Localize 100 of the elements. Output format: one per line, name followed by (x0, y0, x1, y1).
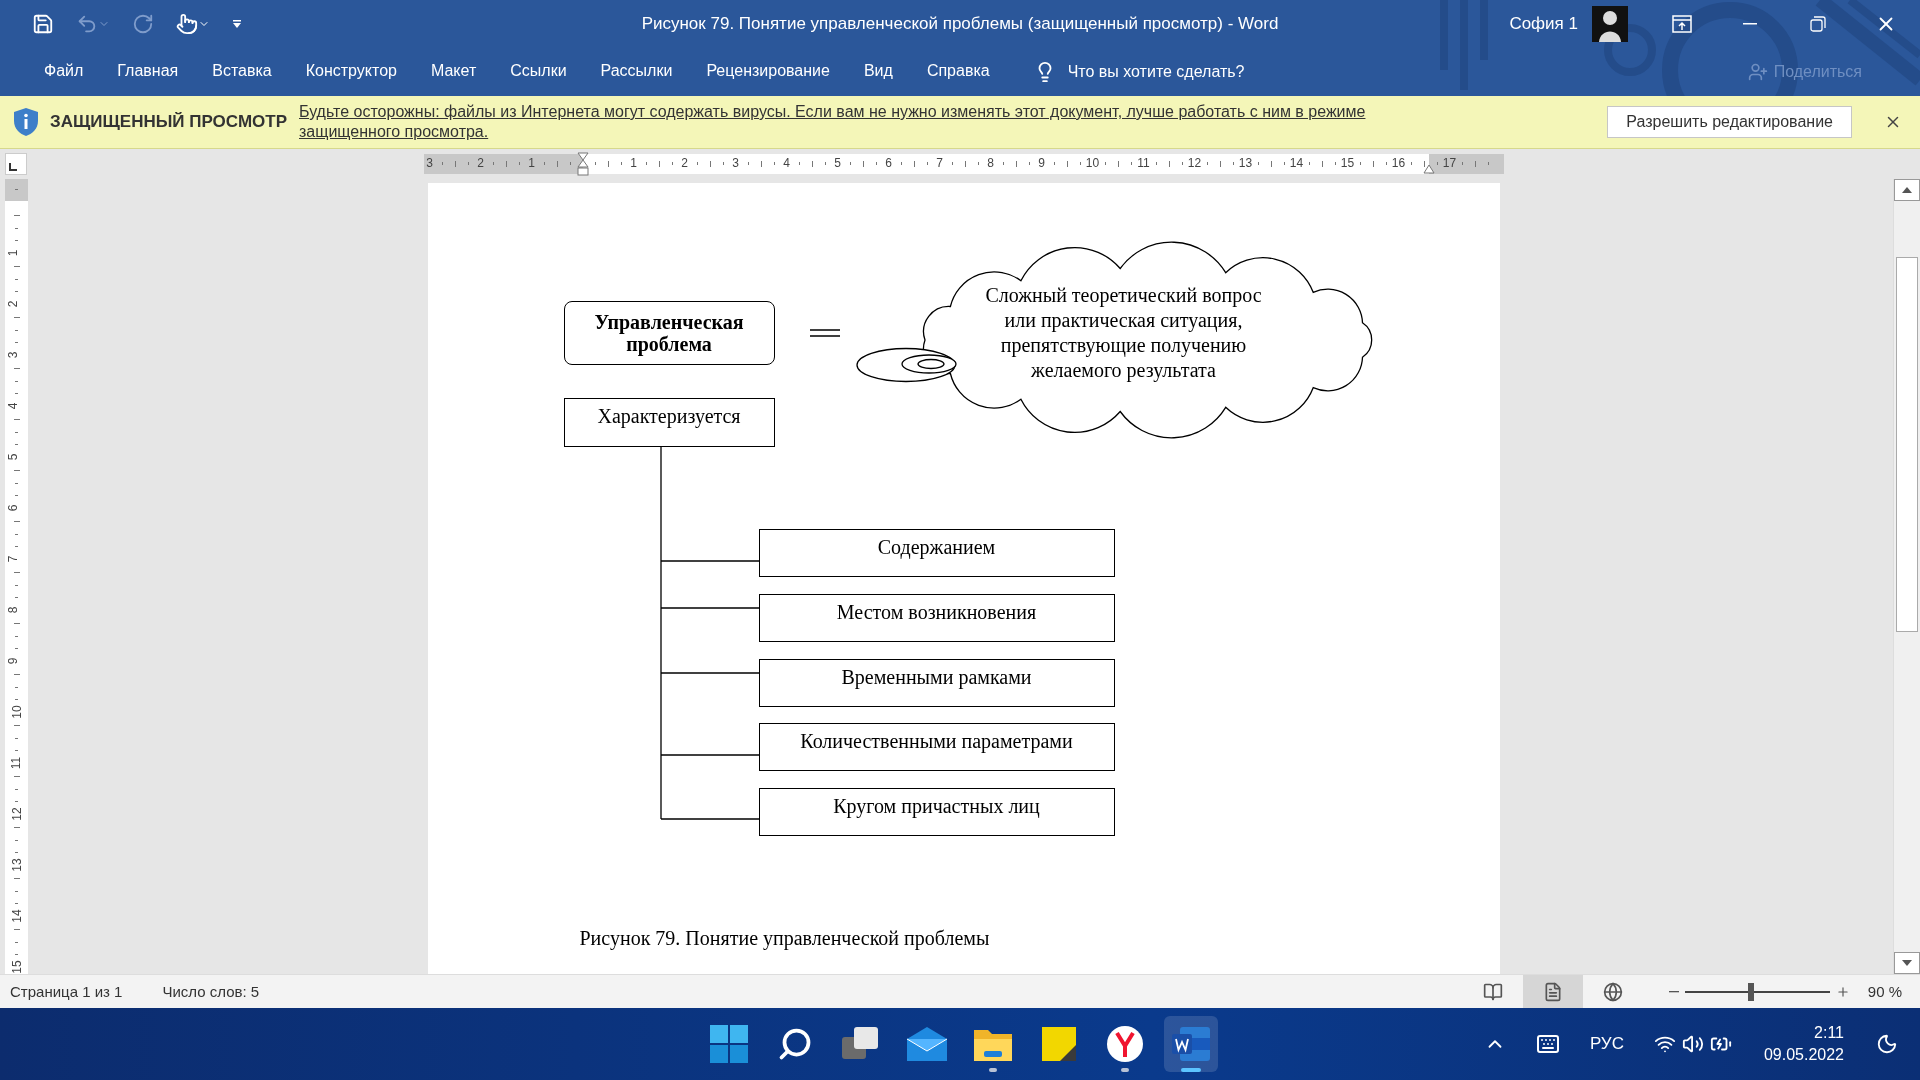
plus-icon (1835, 984, 1850, 999)
scroll-up-button[interactable] (1894, 179, 1920, 201)
ruler-number: 4 (6, 402, 21, 410)
ruler-number: 1 (528, 156, 535, 170)
ruler-number: 2 (681, 156, 688, 170)
undo-icon (76, 13, 98, 35)
warning-link[interactable]: защищенного просмотра. (299, 122, 1366, 142)
ruler-number: 8 (987, 156, 994, 170)
ruler-number: 5 (6, 453, 21, 461)
branch-box: Местом возникновения (758, 594, 1115, 642)
ruler-number: 15 (9, 960, 24, 974)
indent-marker-icon[interactable] (576, 152, 589, 176)
ruler-number: 12 (9, 807, 24, 821)
ruler-number: 16 (1391, 156, 1406, 170)
tell-me-field[interactable]: Что вы хотите сделать? (1065, 62, 1310, 82)
ruler-number: 17 (1442, 156, 1457, 170)
ruler-number: 6 (6, 504, 21, 512)
tab-selector[interactable] (5, 153, 27, 175)
ruler-number: 7 (936, 156, 943, 170)
sticky-note-icon (1042, 1027, 1076, 1061)
redo-icon (132, 13, 154, 35)
avatar-icon[interactable] (1592, 6, 1628, 42)
restore-icon (1810, 16, 1826, 32)
keyboard-icon (1535, 1032, 1560, 1056)
add-person-icon (1747, 62, 1768, 82)
ruler-number: 10 (9, 705, 24, 719)
ruler-number: 11 (9, 756, 24, 770)
minus-icon (1668, 990, 1679, 993)
speaker-icon (1681, 1033, 1704, 1055)
enable-editing-button[interactable]: Разрешить редактирование (1607, 106, 1852, 138)
view-mode-button[interactable] (1522, 975, 1583, 1008)
task-view-icon (842, 1027, 880, 1061)
language-button[interactable]: РУС (1581, 1030, 1632, 1058)
folder-icon (974, 1027, 1012, 1061)
protected-view-title: ЗАЩИЩЕННЫЙ ПРОСМОТР (50, 112, 287, 132)
ruler-number: 3 (6, 351, 21, 359)
tab-stop-icon (9, 163, 17, 171)
browser-icon (1107, 1026, 1143, 1062)
ruler-number: 2 (477, 156, 484, 170)
ruler-number: 3 (732, 156, 739, 170)
ribbon-tab[interactable]: Рецензирование (696, 53, 840, 91)
ruler-number: 3 (426, 156, 433, 170)
ruler-number: 4 (783, 156, 790, 170)
ruler-number: 15 (1340, 156, 1355, 170)
ruler-number: 12 (1187, 156, 1202, 170)
hand-pointer-icon (176, 13, 198, 35)
ribbon-tab[interactable]: Главная (107, 53, 189, 91)
page-count: Страница 1 из 1 (10, 983, 123, 1000)
branch-box: Временными рамками (758, 659, 1115, 707)
caret-icon (232, 19, 242, 29)
envelope-icon (907, 1027, 947, 1061)
vertical-scrollbar[interactable] (1893, 179, 1920, 974)
ruler-number: 2 (6, 300, 21, 308)
warning-link[interactable]: Будьте осторожны: файлы из Интернета могут содержать вирусы. Если вам не нужно изменять этот документ, лучше работать с ним в режиме (299, 102, 1366, 122)
ribbon-tab[interactable]: Справка (916, 53, 1000, 91)
characteristic-box: Характеризуется (563, 398, 775, 447)
search-icon (777, 1026, 813, 1062)
ruler-number: 1 (630, 156, 637, 170)
word-count: Число слов: 5 (162, 983, 260, 1000)
clock[interactable]: 2:11 09.05.2022 (1763, 1022, 1844, 1066)
ribbon-tab[interactable]: Рассылки (590, 53, 683, 91)
shield-icon (14, 108, 38, 136)
ribbon-tab[interactable]: Вставка (202, 53, 282, 91)
ruler-number: 7 (6, 555, 21, 563)
ruler-number: 5 (834, 156, 841, 170)
moon-icon (1876, 1033, 1898, 1055)
ruler-number: 9 (6, 657, 21, 665)
ribbon-tab[interactable]: Макет (420, 53, 487, 91)
web-layout-icon (1602, 981, 1623, 1002)
user-name: София 1 (1509, 14, 1578, 34)
zoom-percent: 90 % (1867, 983, 1902, 1000)
zoom-thumb[interactable] (1748, 982, 1755, 1001)
ruler-number: 14 (1289, 156, 1304, 170)
save-icon (32, 13, 54, 35)
down-arrow-icon (1902, 960, 1912, 966)
ribbon-tab[interactable]: Ссылки (500, 53, 577, 91)
scroll-down-button[interactable] (1894, 952, 1920, 974)
ribbon-display-icon (1672, 15, 1692, 33)
ruler-number: 13 (1238, 156, 1253, 170)
ruler-number: 8 (6, 606, 21, 614)
read-mode-icon (1482, 981, 1503, 1002)
ruler-number: 13 (9, 858, 24, 872)
ribbon-tab[interactable]: Вид (853, 53, 903, 91)
equals-sign-icon (809, 329, 840, 337)
ruler-number: 10 (1085, 156, 1100, 170)
up-arrow-icon (1902, 187, 1912, 193)
concept-box: Управленческая проблема (563, 301, 775, 365)
word-icon (1172, 1027, 1210, 1061)
ribbon-tab[interactable]: Конструктор (295, 53, 407, 91)
branch-box: Содержанием (758, 529, 1115, 577)
ruler-number: 14 (9, 909, 24, 923)
ribbon-tab[interactable]: Файл (34, 53, 94, 91)
ruler-number: 1 (6, 249, 21, 257)
windows-logo-icon (710, 1025, 748, 1063)
right-indent-icon[interactable] (1422, 164, 1435, 174)
figure-caption: Рисунок 79. Понятие управленческой проблемы (579, 927, 991, 950)
window-title: Рисунок 79. Понятие управленческой проблемы (защищенный просмотр) - Word (640, 14, 1280, 34)
scroll-thumb[interactable] (1896, 257, 1918, 632)
ruler-number: 11 (1137, 156, 1150, 170)
branch-box: Количественными параметрами (758, 723, 1115, 771)
